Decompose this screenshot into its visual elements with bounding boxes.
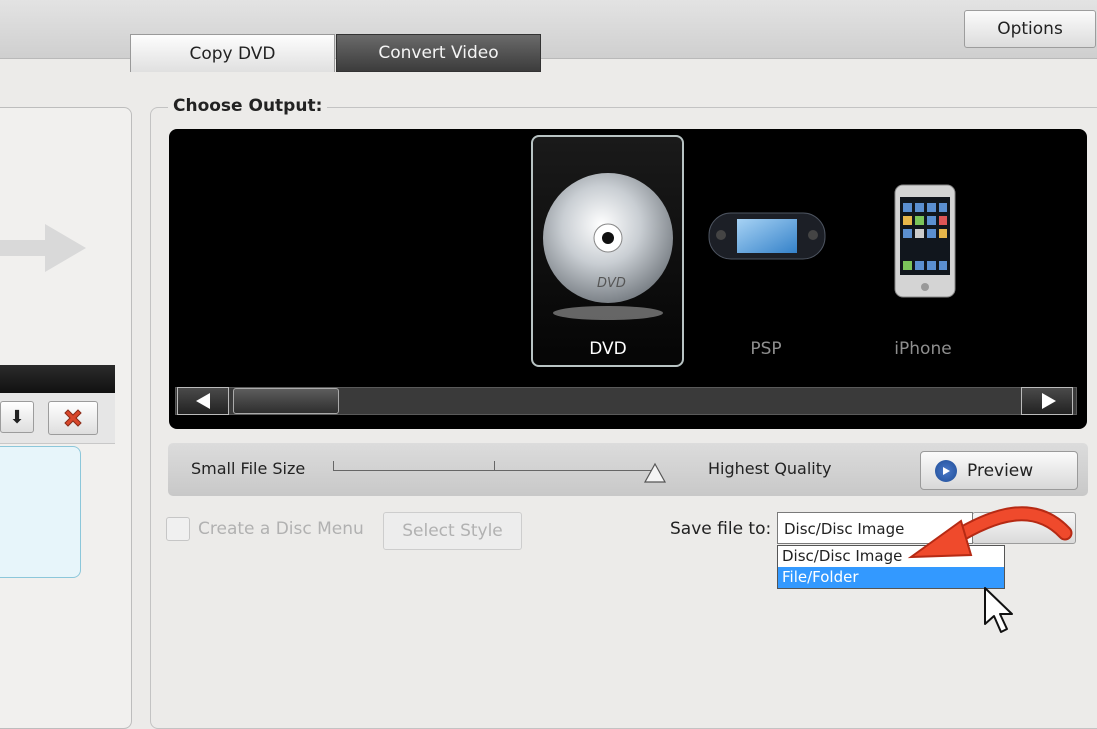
create-disc-menu-label: Create a Disc Menu bbox=[198, 519, 364, 539]
svg-text:DVD: DVD bbox=[597, 276, 626, 291]
mouse-pointer-icon bbox=[984, 587, 1013, 633]
preview-button[interactable]: Preview bbox=[920, 451, 1078, 490]
select-style-button[interactable]: Select Style bbox=[383, 512, 522, 550]
device-label-psp: PSP bbox=[750, 339, 782, 359]
remove-button[interactable] bbox=[48, 401, 98, 435]
scroll-right-button[interactable] bbox=[1021, 387, 1073, 415]
play-icon bbox=[935, 459, 957, 482]
triangle-left-icon bbox=[196, 393, 210, 409]
move-down-button[interactable]: ⬇ bbox=[0, 401, 34, 433]
tab-convert-video[interactable]: Convert Video bbox=[336, 34, 541, 72]
device-label-dvd: DVD bbox=[589, 339, 627, 359]
slider-tick bbox=[333, 461, 334, 470]
save-file-to-label: Save file to: bbox=[670, 519, 772, 539]
red-annotation-arrow bbox=[907, 506, 1073, 559]
choose-output-label: Choose Output: bbox=[168, 96, 328, 116]
tab-copy-dvd[interactable]: Copy DVD bbox=[130, 34, 335, 72]
close-icon bbox=[64, 409, 82, 427]
highest-quality-label: Highest Quality bbox=[708, 459, 832, 478]
psp-icon bbox=[708, 212, 826, 260]
create-disc-menu-checkbox[interactable] bbox=[166, 517, 190, 541]
options-button[interactable]: Options bbox=[964, 10, 1096, 48]
triangle-right-icon bbox=[1042, 393, 1056, 409]
scroll-thumb[interactable] bbox=[233, 388, 339, 414]
device-carousel: DVD DVD PSP iPhone bbox=[169, 129, 1087, 429]
left-panel-header bbox=[0, 365, 115, 393]
iphone-icon bbox=[894, 184, 956, 298]
slider-tick bbox=[494, 461, 495, 470]
small-file-size-label: Small File Size bbox=[191, 459, 306, 478]
scroll-left-button[interactable] bbox=[177, 387, 229, 415]
device-label-iphone: iPhone bbox=[894, 339, 952, 359]
quality-slider-track[interactable] bbox=[333, 470, 655, 471]
right-arrow-icon bbox=[0, 224, 86, 272]
arrow-down-icon: ⬇ bbox=[9, 406, 25, 428]
dvd-disc-icon: DVD bbox=[543, 173, 673, 320]
quality-slider-handle[interactable] bbox=[643, 462, 667, 484]
preview-label: Preview bbox=[967, 460, 1034, 481]
source-list[interactable] bbox=[0, 446, 81, 578]
